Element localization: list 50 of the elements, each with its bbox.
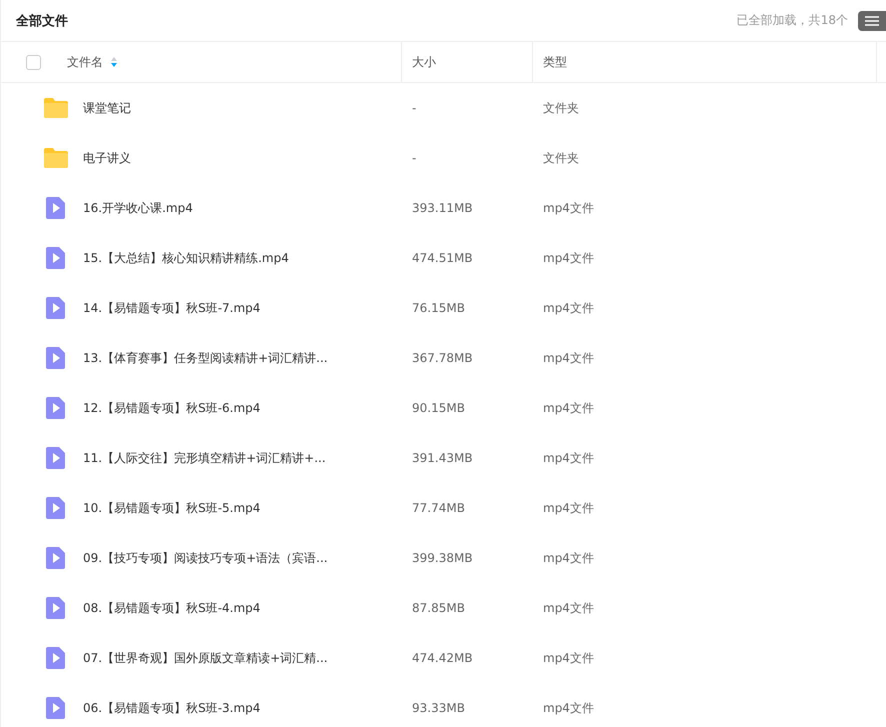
file-type: 文件夹	[543, 100, 579, 116]
file-type: mp4文件	[543, 350, 594, 366]
column-header[interactable]: 大小	[412, 54, 436, 70]
select-all-checkbox[interactable]	[26, 54, 41, 70]
column-header[interactable]: 文件名	[67, 54, 103, 70]
file-name[interactable]: 14.【易错题专项】秋S班-7.mp4	[83, 300, 260, 316]
menu-icon	[865, 16, 879, 26]
file-size: 393.11MB	[412, 201, 473, 215]
file-size: 474.42MB	[412, 651, 473, 665]
menu-button[interactable]	[858, 10, 886, 30]
file-name[interactable]: 10.【易错题专项】秋S班-5.mp4	[83, 500, 260, 516]
file-size: 391.43MB	[412, 451, 473, 465]
folder-icon	[43, 147, 69, 169]
file-size: 90.15MB	[412, 401, 465, 415]
folder-icon	[43, 97, 69, 119]
file-type: mp4文件	[543, 200, 594, 216]
sort-icon[interactable]	[111, 57, 117, 67]
file-type: mp4文件	[543, 600, 594, 616]
column-header[interactable]: 类型	[543, 54, 567, 70]
file-name[interactable]: 15.【大总结】核心知识精讲精练.mp4	[83, 250, 289, 266]
file-type: mp4文件	[543, 450, 594, 466]
file-type: mp4文件	[543, 650, 594, 666]
file-size: 399.38MB	[412, 551, 473, 565]
file-size: 87.85MB	[412, 601, 465, 615]
page-title: 全部文件	[16, 12, 68, 30]
file-type: mp4文件	[543, 400, 594, 416]
load-status: 已全部加载，共18个	[736, 12, 848, 29]
file-name[interactable]: 09.【技巧专项】阅读技巧专项+语法（宾语...	[83, 550, 328, 566]
file-type: mp4文件	[543, 500, 594, 516]
file-name[interactable]: 06.【易错题专项】秋S班-3.mp4	[83, 700, 260, 716]
file-size: 93.33MB	[412, 701, 465, 715]
file-name[interactable]: 课堂笔记	[83, 100, 131, 116]
file-size: 76.15MB	[412, 301, 465, 315]
file-name[interactable]: 08.【易错题专项】秋S班-4.mp4	[83, 600, 260, 616]
file-name[interactable]: 12.【易错题专项】秋S班-6.mp4	[83, 400, 260, 416]
file-name[interactable]: 11.【人际交往】完形填空精讲+词汇精讲+...	[83, 450, 326, 466]
file-size: 474.51MB	[412, 251, 473, 265]
file-size: 77.74MB	[412, 501, 465, 515]
file-size: -	[412, 151, 416, 165]
file-type: mp4文件	[543, 700, 594, 716]
file-name[interactable]: 16.开学收心课.mp4	[83, 200, 193, 216]
file-name[interactable]: 电子讲义	[83, 150, 131, 166]
file-type: 文件夹	[543, 150, 579, 166]
file-size: 367.78MB	[412, 351, 473, 365]
file-name[interactable]: 13.【体育赛事】任务型阅读精讲+词汇精讲...	[83, 350, 328, 366]
file-type: mp4文件	[543, 550, 594, 566]
file-type: mp4文件	[543, 250, 594, 266]
file-size: -	[412, 101, 416, 115]
file-name[interactable]: 07.【世界奇观】国外原版文章精读+词汇精...	[83, 650, 328, 666]
file-type: mp4文件	[543, 300, 594, 316]
